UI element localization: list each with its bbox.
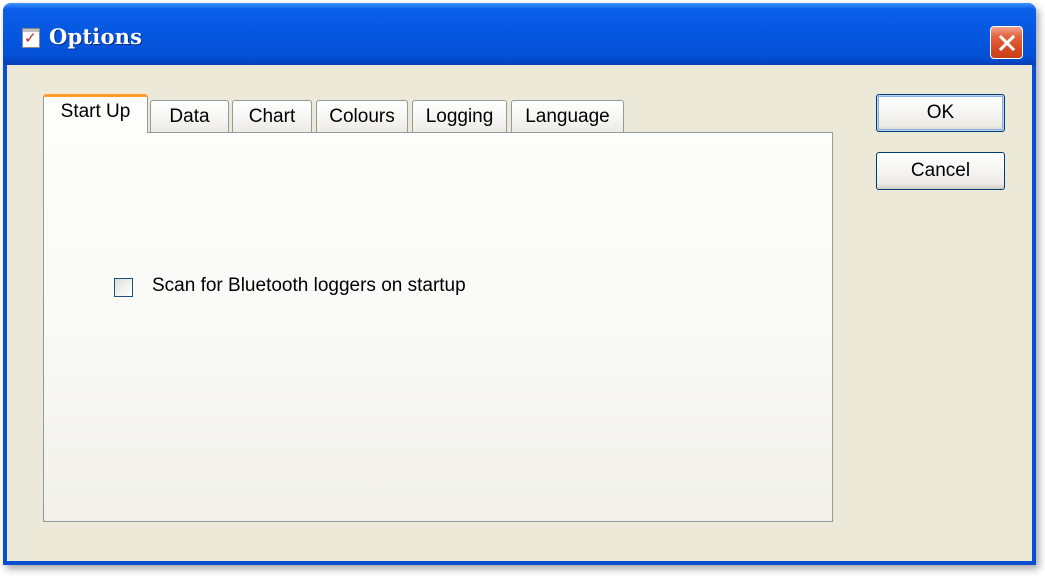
tab-colours[interactable]: Colours [316, 100, 408, 133]
tab-data[interactable]: Data [150, 100, 229, 133]
tab-logging[interactable]: Logging [412, 100, 507, 133]
dialog-body: Start Up Data Chart Colours Logging Lang… [7, 65, 1032, 561]
start-up-panel: Scan for Bluetooth loggers on startup [43, 132, 833, 522]
cancel-button[interactable]: Cancel [876, 152, 1005, 190]
tab-start-up[interactable]: Start Up [43, 94, 148, 133]
window-title: Options [49, 24, 143, 49]
close-icon [999, 35, 1015, 51]
scan-bluetooth-label[interactable]: Scan for Bluetooth loggers on startup [152, 275, 466, 297]
options-dialog: ✓ Options Start Up Data Chart Colours Lo… [3, 3, 1036, 565]
close-button[interactable] [990, 26, 1023, 59]
tab-chart[interactable]: Chart [232, 100, 312, 133]
title-bar[interactable]: ✓ Options [3, 3, 1036, 65]
scan-bluetooth-checkbox[interactable] [114, 278, 133, 297]
tab-language[interactable]: Language [511, 100, 624, 133]
ok-button[interactable]: OK [876, 94, 1005, 132]
checklist-icon: ✓ [22, 28, 40, 48]
